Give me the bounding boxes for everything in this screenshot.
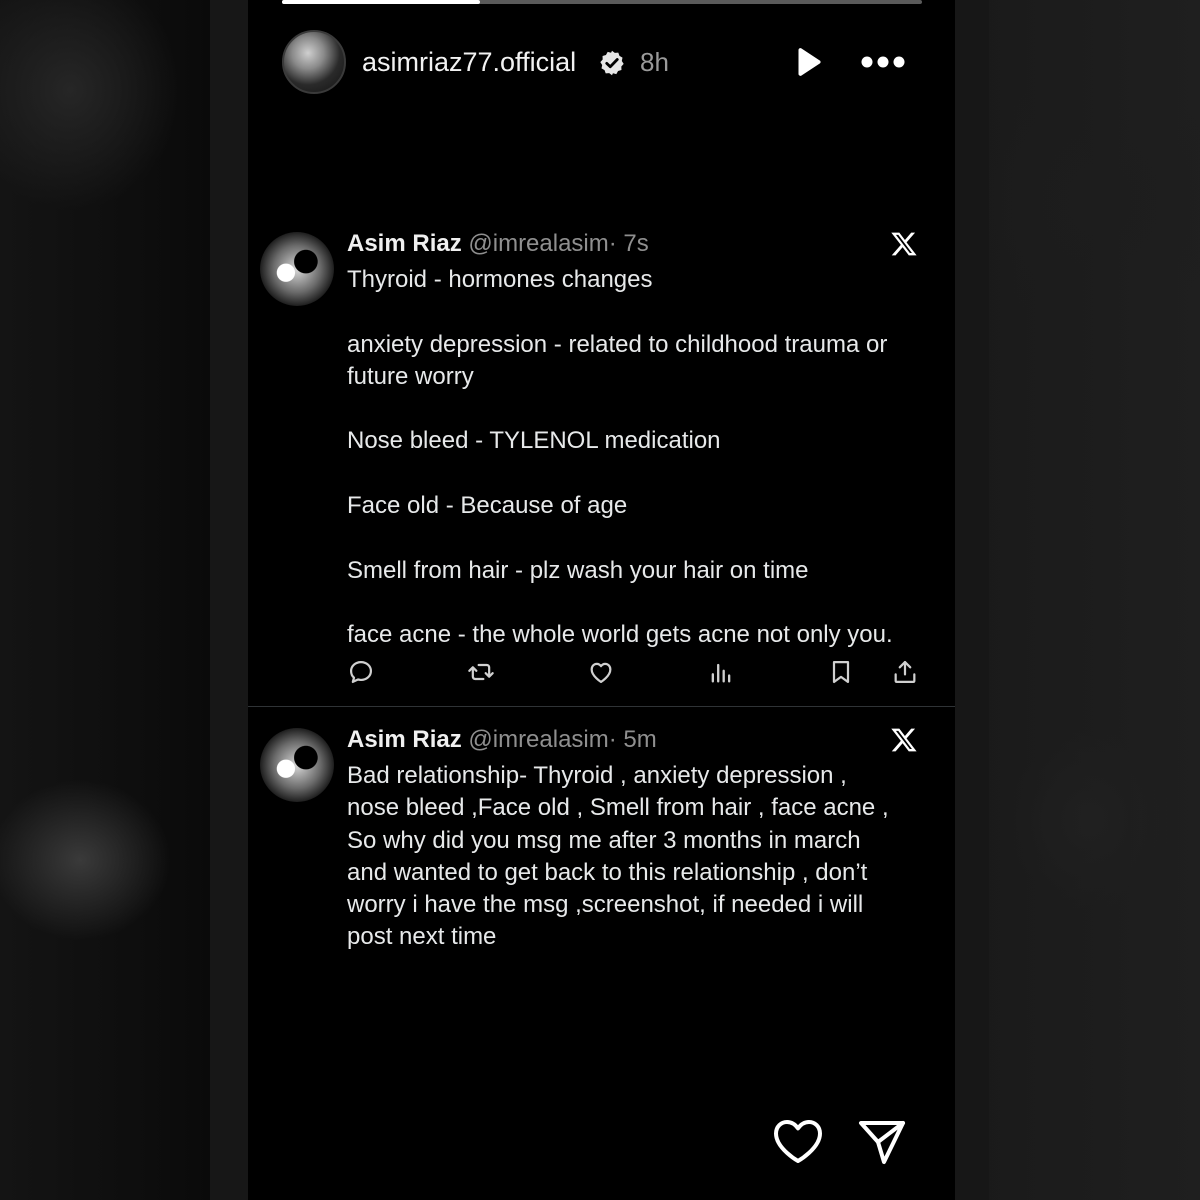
- left-edge-strip: [210, 0, 248, 1200]
- tweet-card: Asim Riaz @imrealasim· 7s Thyroid - horm…: [248, 228, 955, 707]
- tweet-paragraph: face acne - the whole world gets acne no…: [347, 621, 893, 649]
- story-viewer: asimriaz77.official 8h Asim Riaz @imreal…: [248, 0, 955, 1200]
- tweet-time: · 5m: [608, 726, 657, 753]
- tweet-paragraph: Nose bleed - TYLENOL medication: [347, 427, 721, 455]
- heart-icon[interactable]: [772, 1118, 824, 1166]
- tweet-body: Bad relationship- Thyroid , anxiety depr…: [347, 760, 937, 954]
- like-icon[interactable]: [587, 658, 615, 686]
- tweet-line: and wanted to get back to this relations…: [347, 858, 868, 886]
- more-dots-icon[interactable]: [860, 52, 906, 72]
- x-logo-icon: [890, 726, 918, 754]
- tweet-card: Asim Riaz @imrealasim· 5m Bad relationsh…: [248, 724, 955, 964]
- retweet-icon[interactable]: [467, 658, 495, 686]
- tweet-paragraph: anxiety depression - related to childhoo…: [347, 330, 888, 390]
- tweet-header: Asim Riaz @imrealasim· 7s: [347, 230, 649, 258]
- reply-icon[interactable]: [347, 658, 375, 686]
- story-header: asimriaz77.official 8h: [282, 30, 922, 94]
- tweet-avatar[interactable]: [260, 232, 334, 306]
- tweet-action-bar: [347, 658, 921, 688]
- play-icon[interactable]: [790, 45, 824, 79]
- story-username[interactable]: asimriaz77.official: [362, 47, 576, 78]
- bookmark-icon[interactable]: [827, 658, 855, 686]
- right-edge-strip: [955, 0, 989, 1200]
- tweet-line: nose bleed ,Face old , Smell from hair ,…: [347, 794, 889, 822]
- story-avatar[interactable]: [282, 30, 346, 94]
- tweet-time: · 7s: [608, 230, 649, 257]
- share-icon[interactable]: [891, 658, 919, 686]
- tweet-avatar[interactable]: [260, 728, 334, 802]
- tweet-author-name[interactable]: Asim Riaz: [347, 230, 462, 257]
- tweet-line: post next time: [347, 923, 497, 951]
- tweet-author-handle[interactable]: @imrealasim: [468, 726, 608, 753]
- views-icon[interactable]: [707, 658, 735, 686]
- tweet-line: Bad relationship- Thyroid , anxiety depr…: [347, 762, 847, 789]
- story-timestamp: 8h: [640, 47, 669, 77]
- send-icon[interactable]: [856, 1118, 908, 1166]
- x-logo-icon: [890, 230, 918, 258]
- tweet-body: Thyroid - hormones changes anxiety depre…: [347, 264, 937, 652]
- tweet-author-handle[interactable]: @imrealasim: [468, 230, 608, 257]
- tweet-author-name[interactable]: Asim Riaz: [347, 726, 462, 753]
- tweet-line: So why did you msg me after 3 months in …: [347, 826, 861, 854]
- story-progress-bar: [282, 0, 922, 4]
- tweet-paragraph: Smell from hair - plz wash your hair on …: [347, 556, 809, 584]
- tweet-paragraph: Face old - Because of age: [347, 492, 628, 520]
- tweet-paragraph: Thyroid - hormones changes: [347, 266, 653, 293]
- tweet-header: Asim Riaz @imrealasim· 5m: [347, 726, 657, 754]
- story-progress-fill: [282, 0, 481, 4]
- tweet-line: worry i have the msg ,screenshot, if nee…: [347, 891, 864, 919]
- verified-badge-icon: [598, 49, 626, 77]
